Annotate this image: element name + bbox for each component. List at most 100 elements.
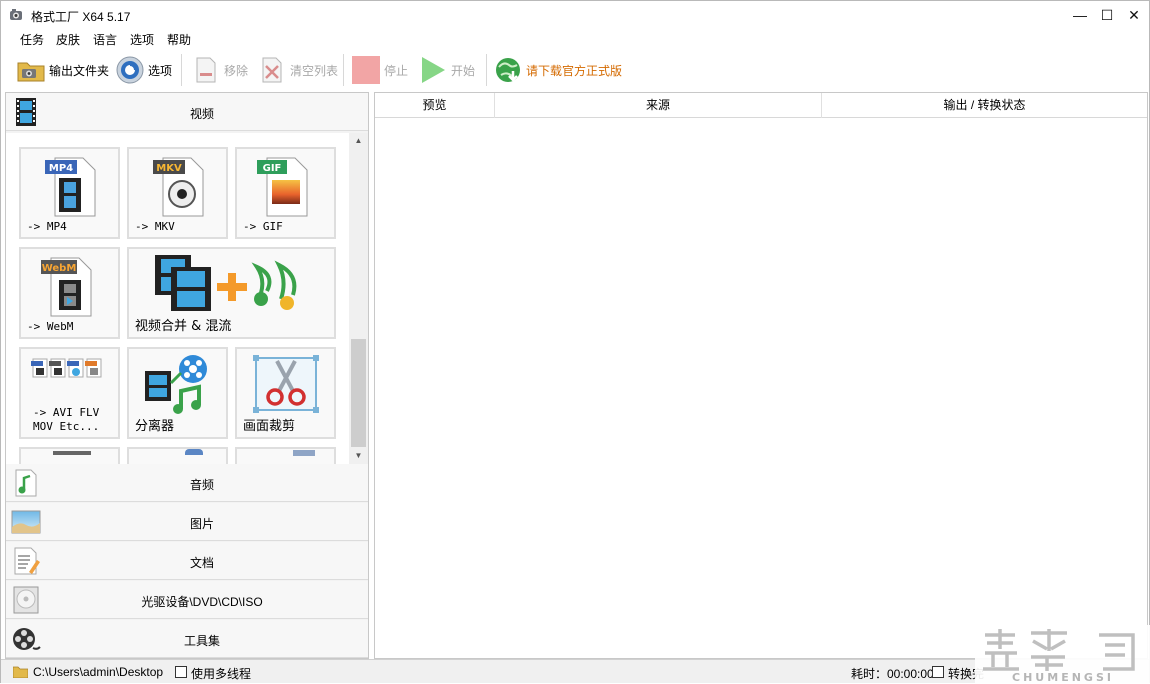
- column-preview[interactable]: 预览: [375, 93, 495, 118]
- toolbar-separator: [486, 54, 487, 86]
- window-title: 格式工厂 X64 5.17: [31, 10, 131, 24]
- stop-label: 停止: [384, 63, 409, 78]
- toolbar-separator: [343, 54, 344, 86]
- output-folder-button[interactable]: 输出文件夹: [16, 53, 109, 87]
- function-panel: 视频 MP4 -> MP4 MKV -> MKV GIF -> GIF WebM…: [5, 92, 369, 659]
- menu-tasks[interactable]: 任务: [20, 31, 44, 48]
- watermark-logo: CHUMENGSI: [975, 625, 1150, 684]
- category-audio-label: 音频: [189, 478, 214, 492]
- remove-button[interactable]: 移除: [191, 53, 248, 87]
- output-folder-label: 输出文件夹: [49, 63, 110, 78]
- elapsed-time: 耗时：00:00:00: [851, 667, 934, 681]
- mkv-badge: MKV: [156, 163, 182, 174]
- tile-video-merge-label: 视频合并 & 混流: [135, 319, 232, 334]
- remove-label: 移除: [224, 63, 249, 78]
- scissors-crop-icon: [253, 355, 319, 413]
- mp4-badge: MP4: [49, 163, 73, 174]
- minimize-button[interactable]: —: [1067, 1, 1093, 29]
- tile-more[interactable]: [19, 447, 120, 464]
- after-convert-checkbox[interactable]: [932, 666, 944, 678]
- tile-more[interactable]: [127, 447, 228, 464]
- tile-more-icon: [185, 449, 203, 455]
- tile-other-formats-label: -> AVI FLV MOV Etc...: [33, 406, 100, 433]
- gear-icon: [116, 56, 144, 84]
- column-output-status[interactable]: 输出 / 转换状态: [822, 93, 1147, 118]
- tile-splitter-label: 分离器: [135, 419, 175, 434]
- scroll-down-icon[interactable]: ▼: [349, 448, 368, 464]
- multithread-checkbox[interactable]: [175, 666, 187, 678]
- watermark-text: CHUMENGSI: [1012, 671, 1114, 684]
- scroll-up-icon[interactable]: ▲: [349, 133, 368, 149]
- menu-options[interactable]: 选项: [130, 31, 154, 48]
- play-icon: [422, 57, 445, 83]
- gif-badge: GIF: [263, 163, 282, 174]
- menu-skin[interactable]: 皮肤: [56, 31, 80, 48]
- category-document[interactable]: 文档: [6, 542, 368, 580]
- tile-mp4[interactable]: MP4 -> MP4: [19, 147, 120, 239]
- remove-icon: [196, 57, 216, 83]
- format-icons: [31, 358, 102, 378]
- category-video-label: 视频: [189, 107, 214, 121]
- options-button[interactable]: 选项: [115, 53, 172, 87]
- tile-crop-label: 画面裁剪: [243, 419, 296, 434]
- column-source[interactable]: 来源: [495, 93, 822, 118]
- mp4-file-icon: MP4: [45, 157, 96, 217]
- app-icon: [10, 9, 22, 20]
- splitter-icon: [145, 355, 207, 414]
- start-button[interactable]: 开始: [418, 53, 475, 87]
- tile-webm-label: -> WebM: [27, 320, 74, 333]
- gif-file-icon: GIF: [257, 157, 308, 217]
- merge-mux-icon: [155, 255, 297, 311]
- tile-mkv-label: -> MKV: [135, 220, 175, 233]
- category-tools-label: 工具集: [183, 634, 220, 648]
- task-list-header: 预览 来源 输出 / 转换状态: [375, 93, 1147, 118]
- category-tools[interactable]: 工具集: [6, 620, 368, 658]
- tile-crop[interactable]: 画面裁剪: [235, 347, 336, 439]
- options-label: 选项: [148, 63, 173, 78]
- category-disc-label: 光驱设备\DVD\CD\ISO: [141, 595, 263, 609]
- tile-other-formats[interactable]: -> AVI FLV MOV Etc...: [19, 347, 120, 439]
- clear-list-icon: [262, 57, 282, 83]
- menu-language[interactable]: 语言: [93, 31, 117, 48]
- tile-video-merge[interactable]: 视频合并 & 混流: [127, 247, 336, 339]
- output-path[interactable]: C:\Users\admin\Desktop: [33, 665, 163, 679]
- category-audio[interactable]: 音频: [6, 464, 368, 502]
- close-button[interactable]: ✕: [1121, 1, 1147, 29]
- minimize-icon: —: [1073, 7, 1087, 23]
- tile-mkv[interactable]: MKV -> MKV: [127, 147, 228, 239]
- category-disc[interactable]: 光驱设备\DVD\CD\ISO: [6, 581, 368, 619]
- folder-camera-icon: [17, 62, 45, 82]
- tile-more[interactable]: [235, 447, 336, 464]
- title-bar: 格式工厂 X64 5.17 — ☐ ✕: [1, 1, 1149, 29]
- video-tools-grid: MP4 -> MP4 MKV -> MKV GIF -> GIF WebM ->…: [6, 133, 349, 464]
- download-official-button[interactable]: 请下载官方正式版: [493, 53, 622, 87]
- tile-gif[interactable]: GIF -> GIF: [235, 147, 336, 239]
- menu-bar: 任务 皮肤 语言 选项 帮助: [1, 29, 1149, 48]
- stop-icon: [352, 56, 380, 84]
- toolbar-separator: [181, 54, 182, 86]
- close-icon: ✕: [1128, 6, 1140, 23]
- folder-icon[interactable]: [13, 665, 28, 678]
- category-video[interactable]: 视频: [6, 93, 368, 131]
- category-document-label: 文档: [189, 556, 214, 570]
- category-image-label: 图片: [189, 517, 214, 531]
- start-label: 开始: [451, 63, 476, 78]
- stop-button[interactable]: 停止: [351, 53, 408, 87]
- tile-gif-label: -> GIF: [243, 220, 283, 233]
- tile-mp4-label: -> MP4: [27, 220, 67, 233]
- menu-help[interactable]: 帮助: [167, 31, 191, 48]
- clear-list-button[interactable]: 清空列表: [257, 53, 338, 87]
- multithread-label: 使用多线程: [191, 667, 252, 681]
- maximize-button[interactable]: ☐: [1094, 1, 1120, 29]
- category-image[interactable]: 图片: [6, 503, 368, 541]
- tile-more-icon: [53, 451, 91, 455]
- task-list[interactable]: 预览 来源 输出 / 转换状态: [374, 92, 1148, 659]
- tile-webm[interactable]: WebM -> WebM: [19, 247, 120, 339]
- tile-more-icon: [293, 450, 315, 456]
- scroll-thumb[interactable]: [351, 339, 366, 447]
- clear-list-label: 清空列表: [290, 63, 339, 78]
- mkv-file-icon: MKV: [153, 157, 204, 217]
- webm-file-icon: WebM: [41, 257, 92, 317]
- grid-scrollbar[interactable]: ▲ ▼: [349, 133, 368, 464]
- tile-splitter[interactable]: 分离器: [127, 347, 228, 439]
